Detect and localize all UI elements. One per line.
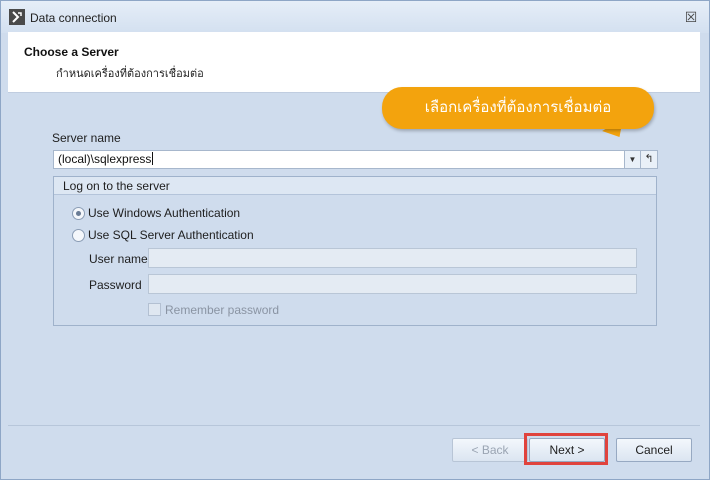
window-title: Data connection (30, 11, 117, 25)
page-subtitle: กำหนดเครื่องที่ต้องการเชื่อมต่อ (56, 68, 204, 80)
callout-tooltip: เลือกเครื่องที่ต้องการเชื่อมต่อ (382, 87, 654, 129)
logon-group-header: Log on to the server (54, 177, 656, 195)
close-icon[interactable]: ☒ (683, 9, 699, 25)
footer-divider (8, 425, 700, 426)
chevron-down-icon[interactable]: ▼ (624, 150, 641, 169)
windows-auth-radio-indicator[interactable] (72, 207, 85, 220)
back-button[interactable]: < Back (452, 438, 528, 462)
server-name-label: Server name (52, 131, 121, 145)
password-field[interactable] (148, 274, 637, 294)
logon-group-title: Log on to the server (63, 179, 170, 193)
server-name-value: (local)\sqlexpress (58, 152, 154, 166)
sql-auth-radio-indicator[interactable] (72, 229, 85, 242)
wizard-header: Choose a Server กำหนดเครื่องที่ต้องการเช… (8, 32, 700, 93)
logon-group: Log on to the server Use Windows Authent… (53, 176, 657, 326)
next-button-highlight (524, 433, 608, 465)
remember-password-checkbox[interactable] (148, 303, 161, 316)
remember-password-label: Remember password (165, 303, 280, 317)
username-field[interactable] (148, 248, 637, 268)
refresh-icon[interactable]: ↰ (640, 150, 658, 169)
page-title: Choose a Server (24, 45, 119, 59)
username-label: User name (89, 252, 148, 266)
password-label: Password (89, 278, 142, 292)
title-bar: Data connection ☒ (1, 1, 709, 33)
server-name-input[interactable]: (local)\sqlexpress (53, 150, 640, 169)
app-icon (9, 9, 25, 25)
cancel-button[interactable]: Cancel (616, 438, 692, 462)
sql-auth-label: Use SQL Server Authentication (88, 228, 254, 242)
windows-auth-label: Use Windows Authentication (88, 206, 241, 220)
